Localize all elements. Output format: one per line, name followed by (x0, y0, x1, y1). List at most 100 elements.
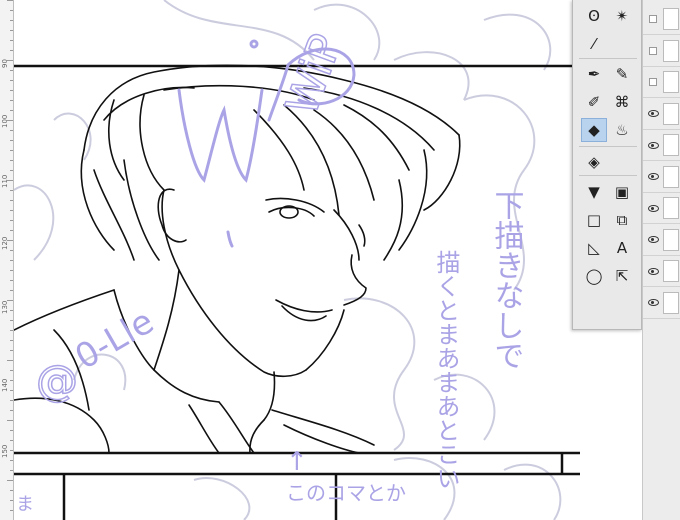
layer-thumbnail (663, 291, 679, 314)
fill-bucket-icon: ◈ (588, 153, 600, 171)
eye-icon[interactable] (643, 224, 663, 255)
fill-tool-button[interactable]: ▼ (581, 180, 607, 204)
ruler-tick (10, 340, 13, 341)
ruler-tick (10, 190, 13, 191)
pencil-tool-button[interactable]: ✎ (609, 62, 635, 86)
decoration-tool-button[interactable]: ⌘ (609, 90, 635, 114)
tool-separator (579, 58, 637, 59)
layer-visibility-checkbox[interactable] (643, 4, 663, 35)
layer-row[interactable] (643, 36, 680, 67)
magic-wand-tool-button[interactable]: ✴ (609, 4, 635, 28)
eraser-tool-button[interactable]: ◆ (581, 118, 607, 142)
ruler-label: 100 (1, 114, 9, 128)
eye-icon[interactable] (643, 130, 663, 161)
ruler-label: 110 (1, 174, 9, 188)
ruler-tick (7, 420, 13, 421)
layer-row[interactable] (643, 193, 680, 224)
note-line-2: 描くとまあまあとこい (432, 250, 460, 490)
lasso-select-icon: ʘ (588, 7, 600, 25)
layer-row[interactable] (643, 130, 680, 161)
blend-tool-button[interactable]: ♨ (609, 118, 635, 142)
ruler-tick (10, 10, 13, 11)
blend-icon: ♨ (615, 121, 629, 139)
layer-panel (642, 0, 680, 520)
drawing-canvas[interactable]: @ 0-Lle WiP 下描きなしで 描くとまあまあとこい ↑ このコマとか ま (14, 0, 580, 520)
ruler-tick (10, 350, 13, 351)
checkbox-box (649, 78, 657, 86)
text-tool-button[interactable]: A (609, 236, 635, 260)
vertical-ruler: 90 100 110 120 130 140 150 (0, 0, 14, 520)
eyedropper-tool-button[interactable]: ⁄ (581, 32, 607, 56)
ruler-tick (7, 480, 13, 481)
eraser-icon: ◆ (588, 121, 600, 139)
layer-thumbnail (663, 71, 679, 93)
ruler-tick (10, 310, 13, 311)
ruler-tick (10, 430, 13, 431)
ruler-tick (10, 410, 13, 411)
eye-icon[interactable] (643, 161, 663, 192)
pen-tool-button[interactable]: ✒ (581, 62, 607, 86)
eyedropper-icon: ⁄ (592, 35, 596, 53)
eye-icon[interactable] (643, 98, 663, 129)
layer-visibility-checkbox[interactable] (643, 35, 663, 66)
eye-shape (647, 173, 659, 180)
ruler-tick (7, 360, 13, 361)
eye-shape (647, 299, 659, 306)
ruler-label: 130 (1, 300, 9, 314)
layer-thumbnail (663, 228, 679, 251)
ruler-tick (10, 460, 13, 461)
ruler-tick (10, 510, 13, 511)
ruler-tick (10, 40, 13, 41)
pencil-icon: ✎ (615, 65, 629, 83)
correct-line-tool-button[interactable]: ⇱ (609, 264, 635, 288)
ruler-tick (10, 260, 13, 261)
eye-icon[interactable] (643, 256, 663, 287)
balloon-tool-button[interactable]: ◯ (581, 264, 607, 288)
ruler-tick (10, 30, 13, 31)
frame-border-tool-button[interactable]: ⧉ (609, 208, 635, 232)
eye-shape (647, 141, 659, 149)
layer-row[interactable] (643, 162, 680, 193)
ruler-tick (10, 450, 13, 451)
ruler-label: 140 (1, 378, 9, 392)
ruler-tick (7, 120, 13, 121)
layer-row[interactable] (643, 225, 680, 256)
ruler-tick (10, 470, 13, 471)
frame-border-icon: ⧉ (616, 211, 628, 229)
ruler-tick (7, 300, 13, 301)
gradient-tool-button[interactable]: ▣ (609, 180, 635, 204)
lasso-select-tool-button[interactable]: ʘ (581, 4, 607, 28)
layer-visibility-checkbox[interactable] (643, 67, 663, 98)
fill-bucket-tool-button[interactable]: ◈ (581, 150, 607, 174)
ruler-tick (10, 270, 13, 271)
figure-icon: □ (586, 211, 602, 229)
fill-icon: ▼ (588, 183, 600, 201)
checkbox-box (649, 15, 657, 23)
layer-row[interactable] (643, 67, 680, 98)
brush-icon: ✐ (587, 93, 601, 111)
layer-thumbnail (663, 102, 679, 125)
ruler-tick (7, 240, 13, 241)
ruler-tick (10, 200, 13, 201)
ruler-tick (10, 250, 13, 251)
brush-tool-button[interactable]: ✐ (581, 90, 607, 114)
layer-row[interactable] (643, 256, 680, 287)
balloon-icon: ◯ (585, 267, 603, 285)
tool-separator (579, 175, 637, 176)
note-line-3: このコマとか (286, 481, 406, 505)
ruler-icon: ◺ (588, 239, 600, 257)
ruler-label: 120 (1, 236, 9, 250)
eye-icon[interactable] (643, 287, 663, 318)
figure-tool-button[interactable]: □ (581, 208, 607, 232)
at-sign-text: @ (36, 356, 78, 405)
gradient-icon: ▣ (614, 183, 630, 201)
ruler-tick (10, 100, 13, 101)
layer-row[interactable] (643, 288, 680, 319)
ruler-tick (10, 320, 13, 321)
ruler-tick (10, 380, 13, 381)
layer-row[interactable] (643, 4, 680, 35)
eye-icon[interactable] (643, 193, 663, 224)
ruler-tick (10, 290, 13, 291)
ruler-tool-button[interactable]: ◺ (581, 236, 607, 260)
layer-row[interactable] (643, 99, 680, 130)
